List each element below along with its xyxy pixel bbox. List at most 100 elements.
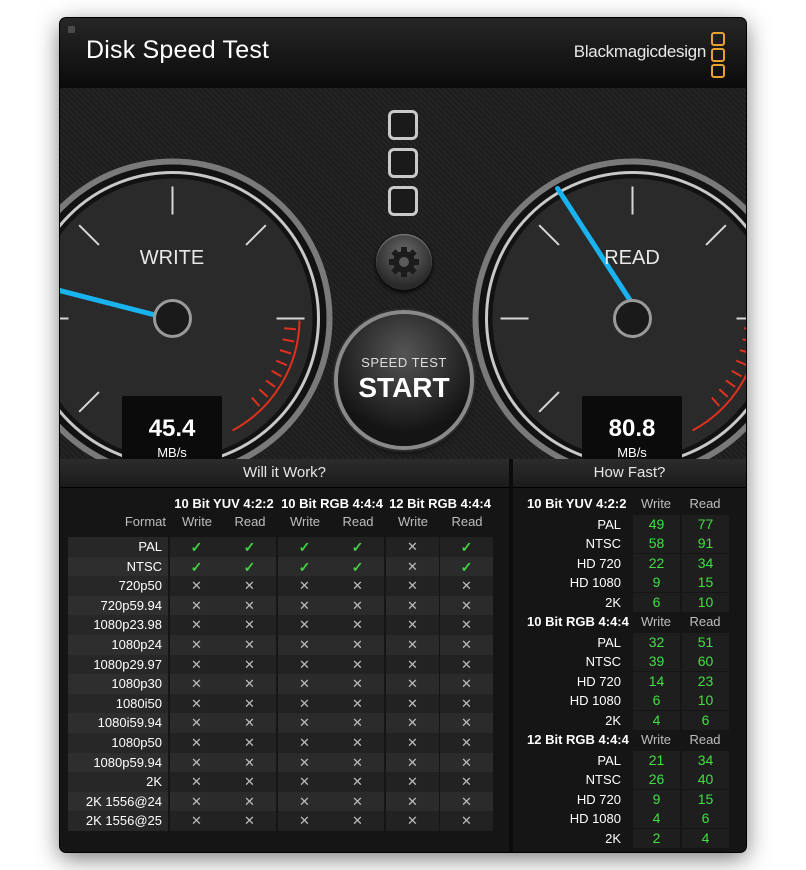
- cross-icon: ✕: [278, 752, 331, 773]
- will-it-work-heading: Will it Work?: [60, 459, 509, 488]
- write-fps-value: 39: [633, 652, 680, 672]
- cross-icon: ✕: [331, 595, 384, 616]
- format-name: 1080p23.98: [68, 615, 168, 636]
- cross-icon: ✕: [386, 595, 439, 616]
- cross-icon: ✕: [223, 791, 276, 812]
- cross-icon: ✕: [223, 752, 276, 773]
- read-column-header: Read: [689, 614, 721, 629]
- read-fps-value: 34: [682, 553, 729, 573]
- cross-icon: ✕: [170, 811, 223, 832]
- close-button[interactable]: [68, 26, 75, 33]
- cross-icon: ✕: [278, 811, 331, 832]
- write-fps-value: 2: [633, 828, 680, 848]
- write-column-header: Write: [640, 732, 672, 747]
- cross-icon: ✕: [440, 674, 493, 695]
- format-name: HD 1080: [569, 693, 621, 709]
- how-fast-row: PAL 32 51: [527, 633, 732, 652]
- format-name: NTSC: [68, 556, 168, 577]
- cross-icon: ✕: [386, 635, 439, 655]
- cross-icon: ✕: [440, 693, 493, 714]
- format-name: 2K: [605, 594, 621, 610]
- cross-icon: ✕: [440, 654, 493, 675]
- write-redzone-tick: [283, 327, 297, 331]
- read-fps-value: 51: [682, 633, 729, 652]
- cross-icon: ✕: [331, 772, 384, 793]
- cross-icon: ✕: [223, 674, 276, 695]
- format-name: 1080p30: [68, 674, 168, 695]
- cross-icon: ✕: [170, 733, 223, 753]
- cross-icon: ✕: [278, 674, 331, 695]
- write-fps-value: 49: [633, 515, 680, 534]
- how-fast-row: NTSC 39 60: [527, 652, 732, 672]
- cross-icon: ✕: [331, 615, 384, 636]
- table-row: NTSC ✓ ✓ ✓ ✓ ✕ ✓: [68, 556, 494, 577]
- cross-icon: ✕: [278, 693, 331, 714]
- column-header: Write: [397, 514, 429, 529]
- cross-icon: ✕: [386, 576, 439, 597]
- how-fast-row: HD 1080 6 10: [527, 691, 732, 711]
- cross-icon: ✕: [440, 615, 493, 636]
- format-name: HD 1080: [569, 811, 621, 827]
- cross-icon: ✕: [278, 791, 331, 812]
- checkmark-icon: ✓: [223, 537, 276, 557]
- table-row: 1080p50 ✕ ✕ ✕ ✕ ✕ ✕: [68, 733, 494, 753]
- cross-icon: ✕: [386, 772, 439, 793]
- cross-icon: ✕: [223, 654, 276, 675]
- read-fps-value: 6: [682, 809, 729, 829]
- read-fps-value: 91: [682, 534, 729, 554]
- read-speed-unit: MB/s: [617, 445, 647, 460]
- write-fps-value: 14: [633, 671, 680, 691]
- how-fast-row: 2K 4 6: [527, 710, 732, 730]
- how-fast-row: HD 1080 9 15: [527, 573, 732, 593]
- read-fps-value: 6: [682, 710, 729, 730]
- cross-icon: ✕: [331, 635, 384, 655]
- settings-button[interactable]: [376, 234, 432, 290]
- checkmark-icon: ✓: [331, 556, 384, 577]
- read-needle-hub: [613, 299, 652, 338]
- title-bar: Disk Speed Test Blackmagicdesign: [60, 18, 746, 89]
- format-name: NTSC: [585, 772, 621, 788]
- cross-icon: ✕: [170, 654, 223, 675]
- write-fps-value: 9: [633, 789, 680, 809]
- checkmark-icon: ✓: [170, 537, 223, 557]
- how-fast-row: PAL 21 34: [527, 751, 732, 770]
- cross-icon: ✕: [170, 752, 223, 773]
- app-window: Disk Speed Test Blackmagicdesign SPEED T…: [60, 18, 746, 852]
- cross-icon: ✕: [223, 811, 276, 832]
- checkmark-icon: ✓: [223, 556, 276, 577]
- checkmark-icon: ✓: [278, 556, 331, 577]
- format-name: 2K: [605, 712, 621, 728]
- read-gauge: READ 80.8 MB/s: [472, 158, 746, 479]
- how-fast-row: HD 1080 4 6: [527, 809, 732, 829]
- app-title: Disk Speed Test: [86, 36, 270, 64]
- cross-icon: ✕: [386, 733, 439, 753]
- how-fast-row: HD 720 14 23: [527, 671, 732, 691]
- write-gauge: WRITE 45.4 MB/s: [60, 158, 333, 479]
- cross-icon: ✕: [170, 595, 223, 616]
- table-row: 1080p59.94 ✕ ✕ ✕ ✕ ✕ ✕: [68, 752, 494, 773]
- cross-icon: ✕: [223, 772, 276, 793]
- how-fast-heading: How Fast?: [513, 459, 746, 488]
- read-column-header: Read: [689, 496, 721, 511]
- cross-icon: ✕: [386, 654, 439, 675]
- write-fps-value: 58: [633, 534, 680, 554]
- checkmark-icon: ✓: [440, 537, 493, 557]
- format-name: 1080p29.97: [68, 654, 168, 675]
- cross-icon: ✕: [278, 576, 331, 597]
- format-name: HD 720: [576, 673, 621, 689]
- format-name: PAL: [597, 635, 621, 650]
- status-indicators: [388, 110, 418, 224]
- write-fps-value: 9: [633, 573, 680, 593]
- read-fps-value: 40: [682, 770, 729, 790]
- format-name: 1080p24: [68, 635, 168, 655]
- write-speed-value: 45.4: [149, 415, 196, 442]
- table-row: 1080i59.94 ✕ ✕ ✕ ✕ ✕ ✕: [68, 713, 494, 734]
- speed-test-start-button[interactable]: SPEED TEST START: [338, 314, 470, 446]
- start-button-caption: SPEED TEST: [361, 355, 447, 370]
- cross-icon: ✕: [170, 772, 223, 793]
- format-name: 2K 1556@23.98: [68, 772, 168, 809]
- format-name: 1080i50: [68, 693, 168, 714]
- table-row: 720p50 ✕ ✕ ✕ ✕ ✕ ✕: [68, 576, 494, 597]
- write-column-header: Write: [640, 614, 672, 629]
- cross-icon: ✕: [170, 576, 223, 597]
